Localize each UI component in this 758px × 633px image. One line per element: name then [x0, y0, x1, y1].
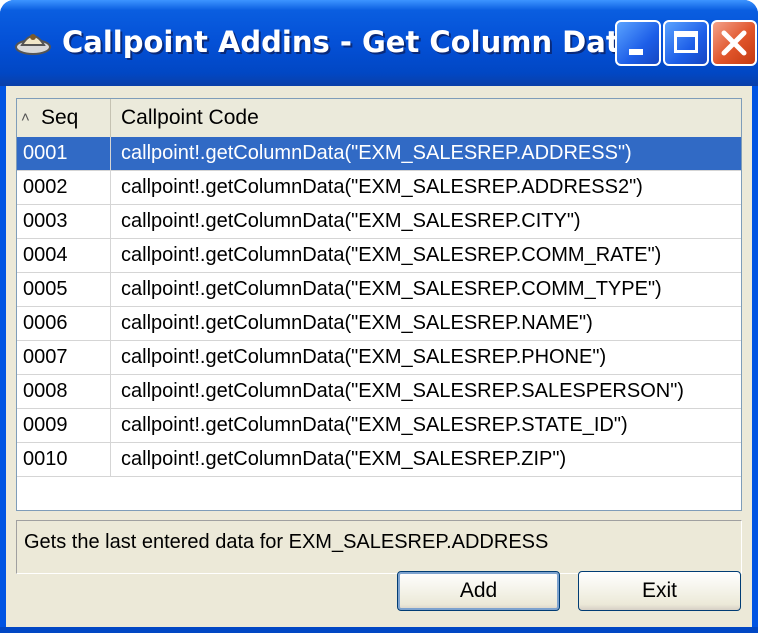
window-frame-bottom	[0, 627, 758, 633]
cell-callpoint-code: callpoint!.getColumnData("EXM_SALESREP.Z…	[121, 448, 567, 470]
cell-seq: 0003	[17, 205, 111, 238]
sort-ascending-icon: ˄	[21, 109, 30, 126]
window-title: Callpoint Addins - Get Column Data	[62, 25, 640, 59]
callpoint-grid[interactable]: ˄ Seq Callpoint Code 0001 callpoint!.getC…	[16, 98, 742, 511]
table-row[interactable]: 0006 callpoint!.getColumnData("EXM_SALESR…	[17, 307, 741, 341]
cell-seq: 0002	[17, 171, 111, 204]
exit-button[interactable]: Exit	[578, 571, 741, 611]
cell-callpoint-code: callpoint!.getColumnData("EXM_SALESREP.C…	[121, 278, 662, 300]
cell-seq: 0006	[17, 307, 111, 340]
cell-callpoint-code: callpoint!.getColumnData("EXM_SALESREP.C…	[121, 244, 662, 266]
cell-callpoint-code: callpoint!.getColumnData("EXM_SALESREP.P…	[121, 346, 607, 368]
maximize-button[interactable]	[663, 20, 709, 66]
add-button[interactable]: Add	[397, 571, 560, 611]
cell-seq: 0008	[17, 375, 111, 408]
cell-seq: 0005	[17, 273, 111, 306]
table-row[interactable]: 0002 callpoint!.getColumnData("EXM_SALESR…	[17, 171, 741, 205]
cell-callpoint-code: callpoint!.getColumnData("EXM_SALESREP.S…	[121, 414, 628, 436]
table-row[interactable]: 0008 callpoint!.getColumnData("EXM_SALESR…	[17, 375, 741, 409]
cell-seq: 0010	[17, 443, 111, 476]
cell-callpoint-code: callpoint!.getColumnData("EXM_SALESREP.S…	[121, 380, 684, 402]
maximize-icon	[674, 31, 698, 53]
table-row[interactable]: 0005 callpoint!.getColumnData("EXM_SALESR…	[17, 273, 741, 307]
cell-seq: 0004	[17, 239, 111, 272]
column-header-callpoint-code[interactable]: Callpoint Code	[111, 99, 741, 137]
table-row[interactable]: 0001 callpoint!.getColumnData("EXM_SALESR…	[17, 137, 741, 171]
table-row[interactable]: 0007 callpoint!.getColumnData("EXM_SALESR…	[17, 341, 741, 375]
cell-seq: 0001	[17, 137, 111, 170]
close-icon	[721, 30, 747, 56]
app-icon	[15, 34, 51, 55]
cell-seq: 0009	[17, 409, 111, 442]
status-text: Gets the last entered data for EXM_SALES…	[24, 531, 549, 553]
cell-callpoint-code: callpoint!.getColumnData("EXM_SALESREP.N…	[121, 312, 593, 334]
table-row[interactable]: 0003 callpoint!.getColumnData("EXM_SALESR…	[17, 205, 741, 239]
cell-callpoint-code: callpoint!.getColumnData("EXM_SALESREP.A…	[121, 142, 632, 164]
title-bar[interactable]: Callpoint Addins - Get Column Data	[0, 0, 758, 86]
close-button[interactable]	[711, 20, 757, 66]
status-description: Gets the last entered data for EXM_SALES…	[16, 520, 742, 574]
table-row[interactable]: 0010 callpoint!.getColumnData("EXM_SALESR…	[17, 443, 741, 477]
column-header-seq-label: Seq	[41, 106, 79, 129]
dialog-body: ˄ Seq Callpoint Code 0001 callpoint!.getC…	[6, 86, 752, 627]
table-row[interactable]: 0004 callpoint!.getColumnData("EXM_SALESR…	[17, 239, 741, 273]
cell-callpoint-code: callpoint!.getColumnData("EXM_SALESREP.A…	[121, 176, 643, 198]
grid-header: ˄ Seq Callpoint Code	[17, 99, 741, 138]
cell-callpoint-code: callpoint!.getColumnData("EXM_SALESREP.C…	[121, 210, 581, 232]
cell-seq: 0007	[17, 341, 111, 374]
minimize-button[interactable]	[615, 20, 661, 66]
table-row[interactable]: 0009 callpoint!.getColumnData("EXM_SALESR…	[17, 409, 741, 443]
column-header-seq[interactable]: ˄ Seq	[17, 99, 111, 137]
dialog-window: Callpoint Addins - Get Column Data ˄ Seq…	[0, 0, 758, 633]
minimize-icon	[629, 49, 643, 55]
